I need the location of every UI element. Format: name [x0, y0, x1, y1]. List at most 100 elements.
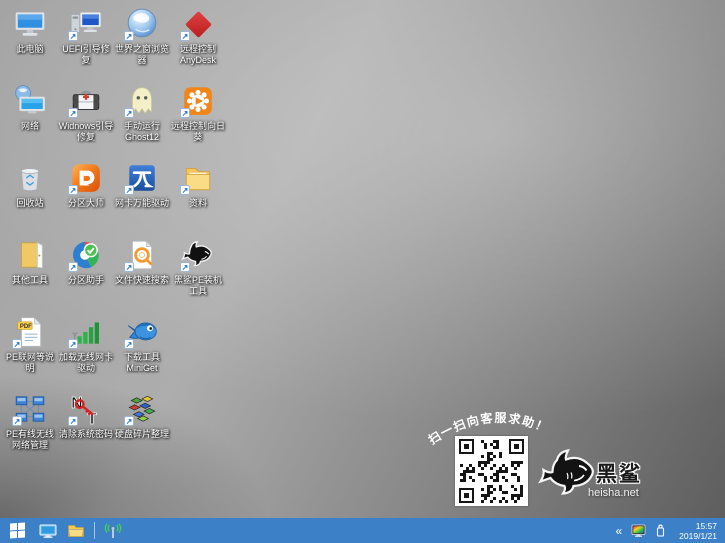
- desktop-icon-nic-universal-driver[interactable]: ↗ 网卡万能驱动: [114, 160, 170, 237]
- clock-date: 2019/1/21: [679, 531, 717, 541]
- computer-icon: [39, 522, 57, 540]
- wan-driver-icon: ↗: [124, 160, 160, 196]
- desktop-icon-file-search[interactable]: ↗ 文件快速搜索: [114, 237, 170, 314]
- icon-label: 其他工具: [12, 275, 48, 286]
- icon-label: 清除系统密码: [59, 429, 113, 440]
- system-tray: « 15:57 2019/1/21: [613, 518, 725, 543]
- shortcut-arrow-icon: ↗: [12, 339, 22, 349]
- desktop-icon-miniget[interactable]: ↗ 下载工具MiniGet: [114, 314, 170, 391]
- desktop-icon-partition-assistant[interactable]: ↗ 分区助手: [58, 237, 114, 314]
- desktop-icon-data-folder[interactable]: ↗ 资料: [170, 160, 226, 237]
- uefi-repair-icon: ↗: [68, 6, 104, 42]
- icon-label: 文件快速搜索: [115, 275, 169, 286]
- computer-icon: [12, 6, 48, 42]
- icon-label: PE有线无线网络管理: [2, 429, 58, 451]
- sunlogin-icon: ↗: [180, 83, 216, 119]
- desktop-icon-world-browser[interactable]: ↗ 世界之窗浏览器: [114, 6, 170, 83]
- shortcut-arrow-icon: ↗: [68, 339, 78, 349]
- anydesk-icon: ↗: [180, 6, 216, 42]
- wireless-tool-button[interactable]: [99, 518, 127, 543]
- icon-label: 网络: [21, 121, 39, 132]
- defrag-icon: ↗: [124, 391, 160, 427]
- shortcut-arrow-icon: ↗: [124, 31, 134, 41]
- taskbar-clock[interactable]: 15:57 2019/1/21: [675, 521, 717, 541]
- qr-code: [455, 436, 528, 506]
- icon-label: 下载工具MiniGet: [114, 352, 170, 374]
- desktop-icon-network[interactable]: 网络: [2, 83, 58, 160]
- icon-label: 硬盘碎片整理: [115, 429, 169, 440]
- desktop-icon-sunlogin[interactable]: ↗ 远程控制向日葵: [170, 83, 226, 160]
- desktop-icon-anydesk[interactable]: ↗ 远程控制AnyDesk: [170, 6, 226, 83]
- icon-label: 此电脑: [16, 44, 43, 55]
- open-folder-icon: [12, 237, 48, 273]
- shortcut-arrow-icon: ↗: [68, 262, 78, 272]
- icon-label: 资料: [189, 198, 207, 209]
- recycle-bin-icon: [12, 160, 48, 196]
- empty-cell: [170, 314, 226, 391]
- desktop-icon-diskgenius[interactable]: ↗ 分区大师: [58, 160, 114, 237]
- svg-text:PDF: PDF: [20, 324, 32, 330]
- shortcut-arrow-icon: ↗: [68, 31, 78, 41]
- icon-label: 网卡万能驱动: [115, 198, 169, 209]
- desktop-icon-this-pc[interactable]: 此电脑: [2, 6, 58, 83]
- shortcut-arrow-icon: ↗: [180, 108, 190, 118]
- desktop-icon-recycle-bin[interactable]: 回收站: [2, 160, 58, 237]
- shortcut-arrow-icon: ↗: [68, 416, 78, 426]
- icon-label: 远程控制向日葵: [170, 121, 226, 143]
- desktop-icon-windows-boot-repair[interactable]: ↗ Widnows引导修复: [58, 83, 114, 160]
- start-button[interactable]: [0, 518, 34, 543]
- taskbar-separator: [94, 522, 95, 539]
- qr-finder-icon: [509, 439, 524, 454]
- icon-label: UEFI引导修复: [58, 44, 114, 66]
- taskbar: « 15:57 2019/1/21: [0, 518, 725, 543]
- shortcut-arrow-icon: ↗: [124, 108, 134, 118]
- shortcut-arrow-icon: ↗: [124, 185, 134, 195]
- usb-device-icon: [653, 523, 668, 538]
- shortcut-arrow-icon: ↗: [124, 416, 134, 426]
- wifi-signal-bars-icon: ↗: [68, 314, 104, 350]
- desktop-icon-heisha-pe-installer[interactable]: ↗ 黑鲨PE装机工具: [170, 237, 226, 314]
- folder-icon: ↗: [180, 160, 216, 196]
- desktop-icon-ghost12[interactable]: ↗ 手动运行Ghost12: [114, 83, 170, 160]
- nt-password-icon: NT ↗: [68, 391, 104, 427]
- quicklaunch-computer-button[interactable]: [34, 518, 62, 543]
- icon-label: 世界之窗浏览器: [114, 44, 170, 66]
- pdf-doc-icon: PDF ↗: [12, 314, 48, 350]
- desktop-icon-load-wifi-driver[interactable]: ↗ 加载无线网卡驱动: [58, 314, 114, 391]
- heisha-site-text: heisha.net: [588, 487, 639, 499]
- clock-time: 15:57: [696, 521, 717, 531]
- usb-tray-button[interactable]: [653, 523, 668, 538]
- diskgenius-icon: ↗: [68, 160, 104, 196]
- network-icon: [12, 83, 48, 119]
- icon-label: 手动运行Ghost12: [114, 121, 170, 143]
- tray-expand-chevron[interactable]: «: [613, 525, 624, 537]
- boot-repair-toolbox-icon: ↗: [68, 83, 104, 119]
- icon-label: 分区助手: [68, 275, 104, 286]
- desktop-icon-clear-password[interactable]: NT ↗ 清除系统密码: [58, 391, 114, 468]
- display-resolution-icon: [631, 523, 646, 538]
- heisha-logo-text: 黑鲨: [596, 458, 642, 488]
- shortcut-arrow-icon: ↗: [68, 185, 78, 195]
- icon-label: 远程控制AnyDesk: [170, 44, 226, 66]
- antenna-signal-icon: [104, 522, 122, 540]
- partition-assistant-icon: ↗: [68, 237, 104, 273]
- icon-label: 黑鲨PE装机工具: [170, 275, 226, 297]
- desktop-icon-grid: 此电脑 ↗ UEFI引导修复 ↗ 世界之窗浏览器 ↗ 远程控制AnyDesk: [2, 6, 226, 468]
- desktop-icon-pe-network-manager[interactable]: ↗ PE有线无线网络管理: [2, 391, 58, 468]
- windows-logo-icon: [10, 522, 25, 538]
- quicklaunch-explorer-button[interactable]: [62, 518, 90, 543]
- file-search-icon: ↗: [124, 237, 160, 273]
- desktop-icon-disk-defrag[interactable]: ↗ 硬盘碎片整理: [114, 391, 170, 468]
- icon-label: PE联网等说明: [2, 352, 58, 374]
- miniget-fish-icon: ↗: [124, 314, 160, 350]
- browser-globe-icon: ↗: [124, 6, 160, 42]
- desktop-icon-other-tools[interactable]: 其他工具: [2, 237, 58, 314]
- desktop-icon-uefi-repair[interactable]: ↗ UEFI引导修复: [58, 6, 114, 83]
- network-manage-icon: ↗: [12, 391, 48, 427]
- heisha-shark-icon: ↗: [180, 237, 216, 273]
- shortcut-arrow-icon: ↗: [124, 339, 134, 349]
- display-settings-tray-button[interactable]: [631, 523, 646, 538]
- shortcut-arrow-icon: ↗: [180, 262, 190, 272]
- shortcut-arrow-icon: ↗: [180, 185, 190, 195]
- desktop-icon-pe-network-readme[interactable]: PDF ↗ PE联网等说明: [2, 314, 58, 391]
